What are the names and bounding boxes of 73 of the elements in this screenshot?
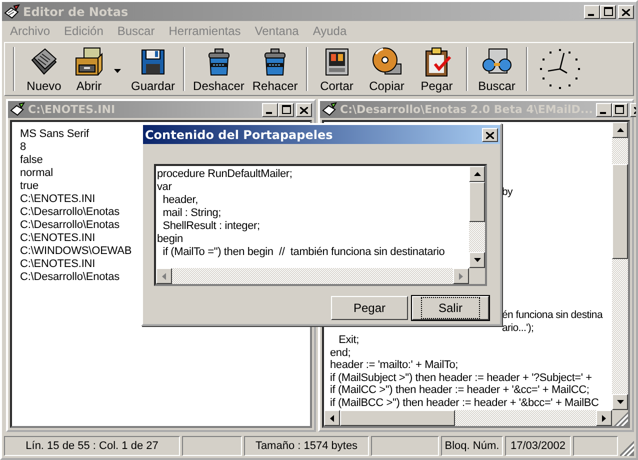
horizontal-scrollbar[interactable]	[324, 410, 612, 426]
text-line: true	[20, 180, 39, 193]
text-line: C:\Desarrollo\Enotas	[20, 219, 120, 232]
text-line: var	[157, 181, 172, 194]
toolbar-button[interactable]: Cortar	[312, 44, 362, 94]
up-arrow-icon	[474, 172, 480, 176]
document-title: C:\ENOTES.INI	[28, 103, 116, 116]
text-line: normal	[20, 167, 54, 180]
notepad-pencil-icon	[322, 102, 337, 117]
down-arrow-icon	[474, 258, 480, 262]
text-line: if (MailBCC >'') then header := header + '&bcc=' + MailBC	[330, 396, 599, 409]
text-line: header := 'mailto:' + MailTo;	[330, 359, 458, 372]
horizontal-scrollbar[interactable]	[156, 268, 469, 284]
toolbar-button[interactable]: Rehacer	[248, 44, 302, 94]
status-date: 17/03/2002	[505, 436, 571, 456]
text-line: C:\ENOTES.INI	[20, 193, 96, 206]
text-line: ario...');	[502, 322, 534, 334]
close-icon	[300, 106, 308, 114]
size-grip-icon[interactable]	[612, 410, 628, 426]
text-line: 8	[20, 141, 26, 154]
cursor-position: Lín. 15 de 55 : Col. 1 de 27	[4, 436, 180, 456]
text-line: if (MailSubject >'') then header := header + '?Subject=' +	[330, 372, 592, 384]
toolbar-button[interactable]: Buscar	[472, 44, 522, 94]
text-line: C:\ENOTES.INI	[20, 232, 96, 245]
clock-drawing	[538, 47, 582, 91]
right-arrow-icon	[459, 272, 463, 280]
status-panel	[371, 436, 439, 456]
vertical-scrollbar[interactable]	[469, 166, 485, 268]
file-size: Tamaño : 1574 bytes	[244, 436, 369, 456]
toolbar-button[interactable]: Pegar	[412, 44, 462, 94]
text-line: MS Sans Serif	[20, 128, 90, 141]
window-title: Editor de Notas	[23, 4, 130, 18]
close-icon	[622, 8, 630, 16]
text-line: mail : String;	[162, 207, 222, 220]
left-arrow-icon	[162, 272, 166, 280]
maximize-icon	[615, 104, 624, 114]
dialog-button[interactable]: Pegar	[331, 296, 408, 320]
down-arrow-icon	[616, 400, 624, 404]
status-panel	[573, 436, 618, 456]
dialog-button[interactable]: Salir	[412, 296, 489, 320]
scrollbar-corner	[469, 268, 485, 284]
up-arrow-icon	[616, 128, 624, 132]
text-line: end;	[330, 346, 351, 359]
caret-icon[interactable]	[114, 68, 121, 72]
text-line: C:\WINDOWS\OEWAB	[20, 245, 132, 258]
text-line: if (MailCC >'') then header := header + '&cc=' + MailCC;	[330, 384, 590, 396]
notepad-pencil-icon	[10, 102, 25, 117]
text-line: C:\ENOTES.INI	[20, 258, 96, 271]
text-line: C:\Desarrollo\Enotas	[20, 271, 120, 284]
text-line: begin	[157, 233, 183, 246]
maximize-icon	[604, 6, 612, 16]
num-lock-indicator: Bloq. Núm.	[441, 436, 503, 456]
text-line: false	[20, 154, 43, 167]
text-line: header,	[162, 194, 198, 207]
left-arrow-icon	[330, 414, 334, 422]
toolbar-button[interactable]: Nuevo	[19, 44, 69, 94]
text-line: ShellResult : integer;	[162, 220, 260, 233]
disc-icon	[370, 46, 403, 78]
toolbar-button[interactable]: Deshacer	[189, 44, 248, 94]
text-line: procedure RunDefaultMailer;	[157, 168, 292, 181]
toolbar-button[interactable]: Abrir	[69, 44, 127, 94]
clipboard-memo[interactable]: procedure RunDefaultMailer; var header, mail : String; ShellResult : integer; begin if (MailTo ='') then begin // también funciona sin destinatario	[154, 164, 487, 286]
toolbar-button[interactable]: Guardar	[127, 44, 180, 94]
toolbar-button[interactable]: Copiar	[362, 44, 412, 94]
text-line: C:\Desarrollo\Enotas	[20, 206, 120, 219]
close-button[interactable]	[482, 128, 498, 142]
text-line: Exit;	[338, 334, 359, 346]
status-panel	[182, 436, 242, 456]
vertical-scrollbar[interactable]	[612, 122, 628, 410]
right-arrow-icon	[602, 414, 606, 422]
close-icon	[486, 132, 494, 138]
maximize-icon	[282, 104, 290, 114]
notepad-pencil-icon	[4, 4, 20, 20]
